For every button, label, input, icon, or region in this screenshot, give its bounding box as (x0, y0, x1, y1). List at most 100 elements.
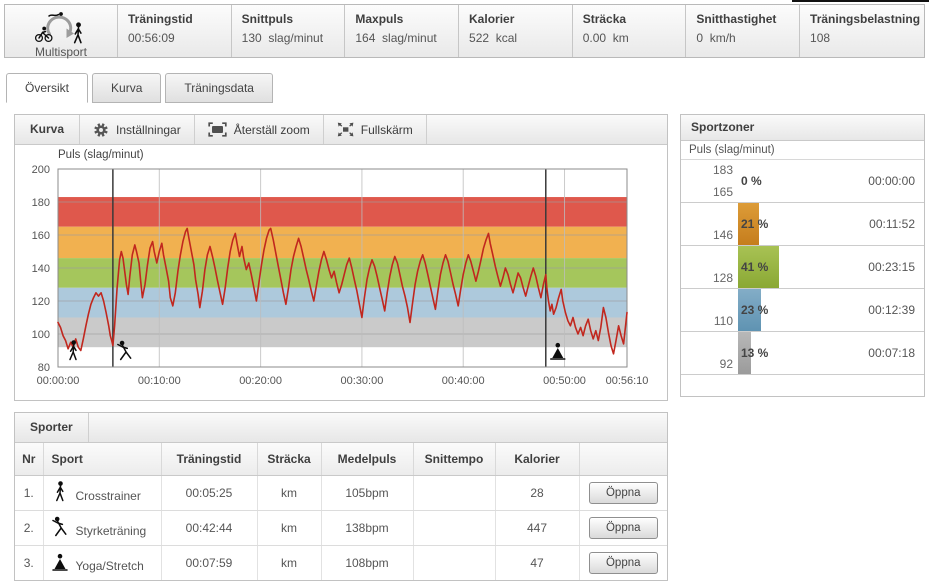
sportzone-row: 23 % 00:12:39 110 (681, 289, 924, 332)
sportzones-title: Sportzoner (691, 120, 755, 134)
sport-avg-hr: 108bpm (321, 545, 414, 580)
sportzones-list: 183 0 % 00:00:00 165 21 % 00:11:52 146 41 % 00:2… (681, 160, 924, 392)
svg-text:100: 100 (32, 329, 50, 341)
zone-lower-limit: 146 (712, 228, 733, 242)
open-sport-button[interactable]: Öppna (588, 551, 658, 574)
metric-label: Snitthastighet (696, 12, 777, 26)
svg-text:00:00:00: 00:00:00 (37, 375, 80, 387)
sportzone-empty-row (681, 375, 924, 392)
sport-distance: km (257, 545, 322, 580)
sport-nr: 3. (15, 545, 44, 580)
window-edge-artifact (792, 0, 929, 2)
sport-time: 00:42:44 (161, 510, 258, 546)
curve-panel-title: Kurva (15, 115, 81, 144)
metric-label: Träningstid (128, 12, 193, 26)
svg-text:140: 140 (32, 263, 50, 275)
sport-avg-hr: 105bpm (321, 475, 414, 511)
zone-percent: 23 % (741, 303, 769, 317)
metric-label: Maxpuls (355, 12, 404, 26)
summary-metrics: Träningstid 00:56:09 Snittpuls 130 slag/min… (118, 5, 924, 57)
metric-label: Snittpuls (241, 12, 293, 26)
zone-time: 00:00:00 (868, 174, 915, 188)
svg-text:Puls (slag/minut): Puls (slag/minut) (58, 149, 144, 161)
sport-calories: 447 (495, 510, 580, 546)
summary-bar: Multisport Träningstid 00:56:09 Snittpuls 1… (4, 4, 925, 59)
open-sport-button[interactable]: Öppna (588, 481, 658, 504)
zone-time: 00:07:18 (868, 346, 915, 360)
svg-text:00:56:10: 00:56:10 (606, 375, 649, 387)
button-installningar[interactable]: Inställningar (80, 115, 195, 144)
zone-percent: 41 % (741, 260, 769, 274)
sport-row-styrketraning: 2. Styrketräning 00:42:44 km 138bpm 447 Öppna (15, 510, 667, 546)
svg-text:160: 160 (32, 230, 50, 242)
zone-time: 00:12:39 (868, 303, 915, 317)
zone-lower-limit: 165 (712, 185, 733, 199)
open-sport-button[interactable]: Öppna (588, 516, 658, 539)
column-header-snittempo: Snittempo (413, 443, 496, 476)
strength-icon (51, 515, 68, 540)
zone-upper-limit: 183 (712, 163, 733, 177)
button-aterstall-zoom[interactable]: Återställ zoom (195, 115, 324, 144)
svg-text:00:30:00: 00:30:00 (341, 375, 384, 387)
sports-table: Nr Sport Träningstid Sträcka Medelpuls Snitte… (15, 443, 667, 580)
sport-name: Crosstrainer (75, 488, 141, 503)
sportzone-row: 21 % 00:11:52 146 (681, 203, 924, 246)
tab-traningsdata[interactable]: Träningsdata (165, 73, 273, 103)
sport-pace (413, 545, 496, 580)
sports-panel: Sporter Nr Sport Träningstid Sträcka Medelpu… (14, 412, 668, 581)
button-label: Fullskärm (360, 122, 413, 137)
tab-kurva[interactable]: Kurva (92, 73, 162, 103)
sport-nr: 1. (15, 475, 44, 511)
metric-value: 108 (810, 31, 831, 45)
sport-type-label: Multisport (34, 45, 87, 59)
svg-text:00:50:00: 00:50:00 (543, 375, 586, 387)
sportzone-row: 183 0 % 00:00:00 165 (681, 160, 924, 203)
sport-pace (413, 510, 496, 546)
sportzones-unit-label: Puls (slag/minut) (681, 141, 924, 160)
svg-text:180: 180 (32, 197, 50, 209)
column-header-traningstid: Träningstid (161, 443, 258, 476)
curve-panel-header: Kurva Inställningar Återställ zoom Fullskä… (15, 115, 667, 145)
column-header-stracka: Sträcka (257, 443, 322, 476)
metric-value: 522 kcal (469, 31, 518, 45)
sport-avg-hr: 138bpm (321, 510, 414, 546)
metric-kalorier: Kalorier 522 kcal (459, 5, 573, 57)
svg-text:120: 120 (32, 296, 50, 308)
metric-snittpuls: Snittpuls 130 slag/minut (232, 5, 346, 57)
tab-oversikt[interactable]: Översikt (6, 73, 89, 103)
metric-value: 0.00 km (582, 31, 629, 45)
sport-type-cell: Multisport (5, 5, 118, 59)
sport-time: 00:07:59 (161, 545, 258, 580)
metric-stracka: Sträcka 0.00 km (573, 5, 687, 57)
zone-lower-limit: 110 (713, 314, 733, 328)
sport-nr: 2. (15, 510, 44, 546)
metric-value: 00:56:09 (128, 31, 175, 45)
metric-label: Träningsbelastning (810, 12, 921, 26)
curve-toolbar: Inställningar Återställ zoom Fullskärm (80, 115, 427, 144)
svg-text:00:10:00: 00:10:00 (138, 375, 181, 387)
sports-panel-header: Sporter (15, 413, 667, 443)
column-header-sport: Sport (43, 443, 162, 476)
zone-lower-limit: 92 (719, 357, 733, 371)
sportzone-row: 41 % 00:23:15 128 (681, 246, 924, 289)
sport-calories: 47 (495, 545, 580, 580)
sport-row-yoga-stretch: 3. Yoga/Stretch 00:07:59 km 108bpm 47 Öppna (15, 545, 667, 580)
svg-text:00:20:00: 00:20:00 (239, 375, 282, 387)
button-label: Inställningar (116, 122, 181, 137)
button-label: Återställ zoom (233, 122, 310, 137)
zone-time: 00:11:52 (869, 217, 915, 231)
column-header-nr: Nr (15, 443, 44, 476)
button-fullskarm[interactable]: Fullskärm (324, 115, 427, 144)
zone-lower-limit: 128 (712, 271, 733, 285)
heart-rate-chart[interactable]: Puls (slag/minut) 80 100 120 140 160 180 200 00:… (15, 145, 667, 400)
metric-traningsbelastning: Träningsbelastning 108 (800, 5, 924, 57)
metric-maxpuls: Maxpuls 164 slag/minut (345, 5, 460, 57)
metric-value: 164 slag/minut (355, 31, 437, 45)
curve-panel: Kurva Inställningar Återställ zoom Fullskä… (14, 114, 668, 401)
zone-percent: 0 % (741, 174, 762, 188)
metric-label: Kalorier (469, 12, 515, 26)
metric-label: Sträcka (582, 12, 627, 26)
fullscreen-icon (337, 122, 354, 137)
sportzones-panel: Sportzoner Puls (slag/minut) 183 0 % 00:00… (680, 114, 925, 397)
sport-pace (413, 475, 496, 511)
